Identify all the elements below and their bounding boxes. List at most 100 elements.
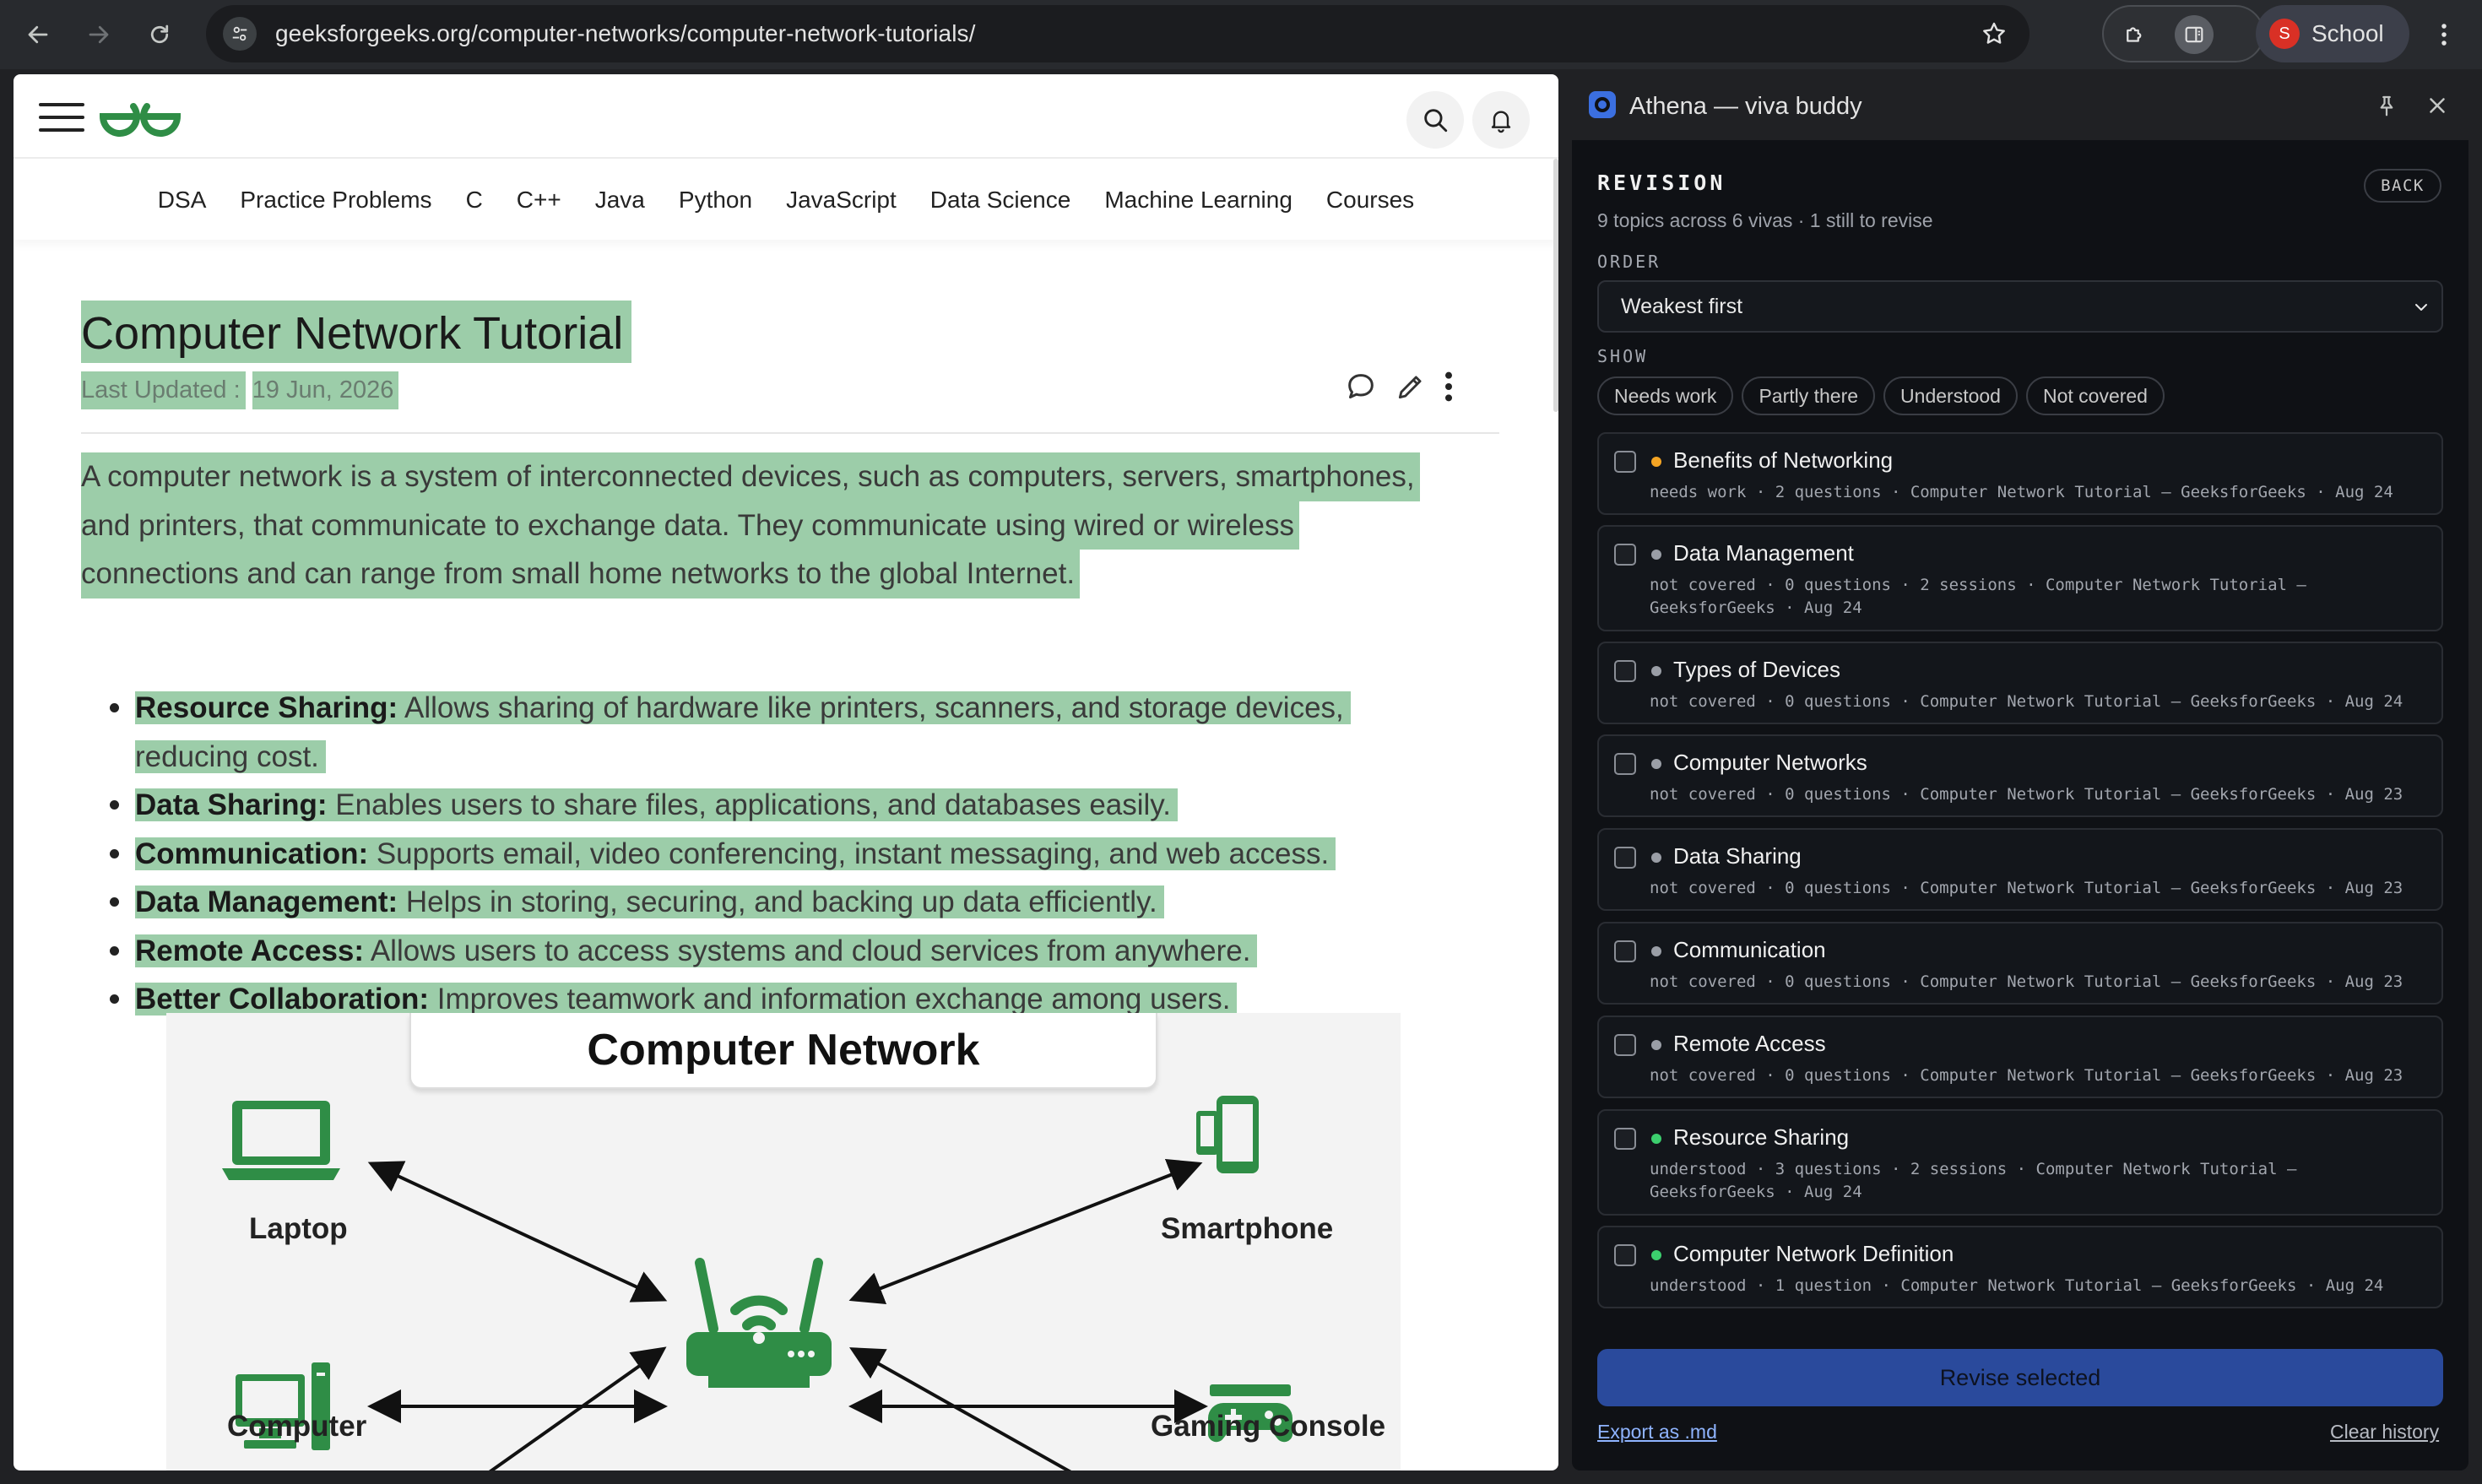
topic-meta: not covered · 0 questions · Computer Net… [1650, 879, 2403, 897]
status-dot [1651, 666, 1661, 676]
bullet-text: Helps in storing, securing, and backing … [398, 886, 1157, 918]
nav-item-dsa[interactable]: DSA [141, 187, 224, 214]
laptop-icon [222, 1097, 340, 1189]
topic-meta: understood · 3 questions · 2 sessions · … [1650, 1160, 2297, 1201]
topic-meta: not covered · 0 questions · 2 sessions ·… [1650, 576, 2306, 617]
topic-checkbox[interactable] [1614, 544, 1636, 566]
bookmark-star-icon[interactable] [1977, 17, 2011, 51]
order-select[interactable]: Weakest first [1597, 280, 2443, 333]
topic-checkbox[interactable] [1614, 1128, 1636, 1150]
topic-meta: understood · 1 question · Computer Netwo… [1650, 1276, 2384, 1295]
topic-meta: not covered · 0 questions · Computer Net… [1650, 972, 2403, 991]
status-dot [1651, 853, 1661, 863]
topic-meta: not covered · 0 questions · Computer Net… [1650, 1066, 2403, 1085]
address-bar[interactable]: geeksforgeeks.org/computer-networks/comp… [206, 5, 2029, 62]
close-icon[interactable] [2425, 93, 2450, 122]
revision-heading: REVISION [1597, 171, 1726, 195]
revise-selected-button[interactable]: Revise selected [1597, 1349, 2443, 1406]
bullet-text: Supports email, video conferencing, inst… [368, 837, 1330, 870]
url-text: geeksforgeeks.org/computer-networks/comp… [275, 20, 976, 46]
topic-card[interactable]: Remote Access not covered · 0 questions … [1597, 1016, 2443, 1098]
bullet-term: Data Management: [135, 886, 398, 918]
topic-checkbox[interactable] [1614, 660, 1636, 682]
search-icon[interactable] [1406, 91, 1464, 149]
topic-card[interactable]: Types of Devices not covered · 0 questio… [1597, 642, 2443, 724]
more-options-icon[interactable] [1444, 370, 1454, 408]
last-updated-label: Last Updated : [81, 371, 246, 409]
list-item: Resource Sharing: Allows sharing of hard… [106, 684, 1508, 781]
topic-card[interactable]: Computer Networks not covered · 0 questi… [1597, 734, 2443, 817]
hamburger-menu-icon[interactable] [39, 103, 84, 132]
clear-history-link[interactable]: Clear history [2330, 1421, 2439, 1443]
back-arrow-icon[interactable] [15, 12, 61, 57]
nav-item-java[interactable]: Java [578, 187, 662, 214]
intro-line: connections and can range from small hom… [81, 550, 1081, 598]
topic-card[interactable]: Resource Sharing understood · 3 question… [1597, 1109, 2443, 1216]
filter-understood[interactable]: Understood [1883, 376, 2018, 415]
extensions-puzzle-icon[interactable] [2116, 15, 2154, 54]
topic-checkbox[interactable] [1614, 1244, 1636, 1266]
nav-item-python[interactable]: Python [662, 187, 769, 214]
topic-checkbox[interactable] [1614, 940, 1636, 962]
bullet-term: Resource Sharing: [135, 691, 398, 724]
status-dot [1651, 759, 1661, 769]
browser-menu-icon[interactable] [2421, 12, 2467, 57]
topic-checkbox[interactable] [1614, 1034, 1636, 1056]
nav-item-data-science[interactable]: Data Science [913, 187, 1088, 214]
bullet-text: Allows users to access systems and cloud… [364, 934, 1251, 967]
nav-item-c[interactable]: C [449, 187, 500, 214]
intro-line: and printers, that communicate to exchan… [81, 501, 1300, 550]
filter-not-covered[interactable]: Not covered [2025, 376, 2165, 415]
gfg-logo[interactable] [96, 91, 184, 142]
topic-name: Resource Sharing [1673, 1124, 1850, 1150]
gaming-console-label: Gaming Console [1151, 1410, 1386, 1443]
filter-partly-there[interactable]: Partly there [1742, 376, 1876, 415]
article-title: Computer Network Tutorial [81, 301, 632, 363]
athena-logo-icon [1587, 89, 1618, 124]
last-updated-date: 19 Jun, 2026 [252, 371, 399, 409]
topic-card[interactable]: Computer Network Definition understood ·… [1597, 1226, 2443, 1308]
list-item: Data Sharing: Enables users to share fil… [106, 781, 1508, 830]
topic-name: Computer Network Definition [1673, 1241, 1954, 1266]
topic-card[interactable]: Data Sharing not covered · 0 questions ·… [1597, 828, 2443, 911]
page-scrollbar[interactable] [1553, 159, 1558, 412]
topic-card[interactable]: Benefits of Networking needs work · 2 qu… [1597, 432, 2443, 515]
reload-icon[interactable] [137, 12, 182, 57]
export-md-link[interactable]: Export as .md [1597, 1421, 1717, 1443]
topic-nav: DSA Practice Problems C C++ Java Python … [14, 160, 1558, 240]
profile-button[interactable]: S School [2256, 5, 2409, 62]
status-dot [1651, 1250, 1661, 1260]
topic-card[interactable]: Communication not covered · 0 questions … [1597, 922, 2443, 1005]
nav-item-courses[interactable]: Courses [1309, 187, 1431, 214]
topic-checkbox[interactable] [1614, 847, 1636, 869]
edit-pencil-icon[interactable] [1395, 371, 1427, 407]
pin-icon[interactable] [2374, 93, 2399, 122]
browser-toolbar: geeksforgeeks.org/computer-networks/comp… [0, 0, 2482, 69]
nav-item-cpp[interactable]: C++ [500, 187, 578, 214]
side-panel-header: Athena — viva buddy [1572, 74, 2468, 140]
topic-checkbox[interactable] [1614, 753, 1636, 775]
back-button[interactable]: BACK [2364, 169, 2441, 203]
revision-panel: REVISION BACK 9 topics across 6 vivas · … [1572, 140, 2468, 1470]
topic-name: Computer Networks [1673, 750, 1867, 775]
topic-checkbox[interactable] [1614, 451, 1636, 473]
status-dot [1651, 1134, 1661, 1144]
topic-card[interactable]: Data Management not covered · 0 question… [1597, 525, 2443, 631]
nav-item-practice-problems[interactable]: Practice Problems [223, 187, 448, 214]
router-icon [683, 1258, 835, 1397]
nav-item-javascript[interactable]: JavaScript [769, 187, 913, 214]
comment-icon[interactable] [1344, 370, 1378, 408]
smartphone-label: Smartphone [1161, 1212, 1334, 1245]
bullet-term: Better Collaboration: [135, 983, 430, 1016]
filter-needs-work[interactable]: Needs work [1597, 376, 1734, 415]
site-settings-icon[interactable] [223, 17, 257, 51]
notification-bell-icon[interactable] [1472, 91, 1530, 149]
forward-arrow-icon[interactable] [76, 12, 122, 57]
nav-item-machine-learning[interactable]: Machine Learning [1087, 187, 1309, 214]
bullet-term: Data Sharing: [135, 788, 328, 821]
avatar: S [2269, 19, 2300, 49]
order-select-value: Weakest first [1621, 294, 1743, 318]
side-panel-icon[interactable] [2175, 15, 2214, 54]
computer-label: Computer [227, 1410, 367, 1443]
network-diagram: Computer Network Laptop Smartphone Compu… [166, 1013, 1401, 1470]
